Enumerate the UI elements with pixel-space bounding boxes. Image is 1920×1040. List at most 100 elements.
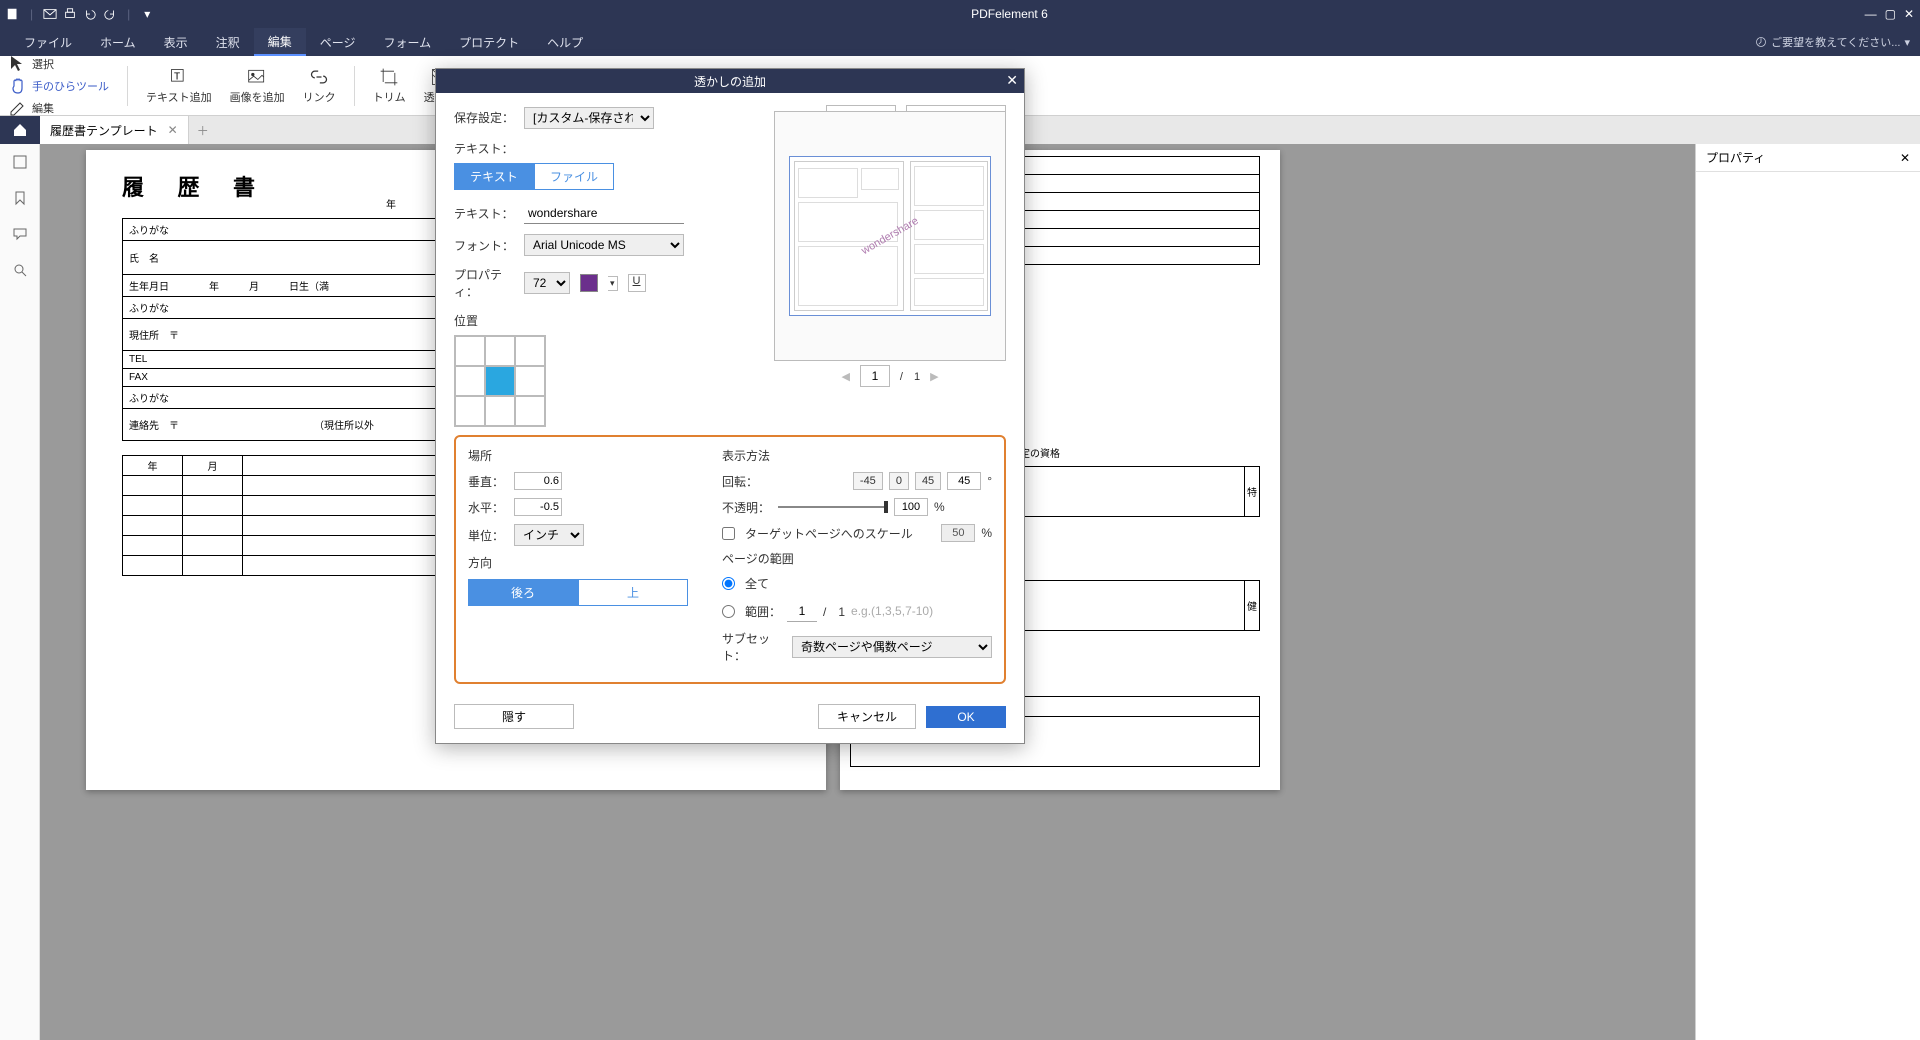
- watermark-text-input[interactable]: [524, 202, 684, 224]
- rot-neg45-button[interactable]: -45: [853, 472, 883, 490]
- page-current-input[interactable]: [860, 365, 890, 387]
- menu-protect[interactable]: プロテクト: [445, 28, 533, 56]
- menu-edit[interactable]: 編集: [254, 28, 306, 56]
- location-section: 場所: [468, 447, 702, 464]
- feedback-link[interactable]: ご要望を教えてください... ▾: [1755, 34, 1910, 50]
- document-tab[interactable]: 履歴書テンプレート ✕: [40, 116, 189, 144]
- svg-text:T: T: [174, 71, 180, 82]
- next-page-icon[interactable]: ▶: [930, 370, 938, 383]
- range-example: e.g.(1,3,5,7-10): [851, 604, 933, 618]
- ribbon-select[interactable]: 選択: [8, 54, 54, 74]
- ribbon-text-add[interactable]: T テキスト追加: [146, 67, 212, 105]
- sidebar-left: [0, 144, 40, 1040]
- page-total: / 1: [900, 368, 920, 384]
- rotation-input[interactable]: [947, 472, 981, 490]
- print-icon[interactable]: [63, 7, 77, 21]
- tab-label: 履歴書テンプレート: [50, 122, 158, 139]
- minimize-icon[interactable]: —: [1865, 7, 1877, 21]
- undo-icon[interactable]: [83, 7, 97, 21]
- comments-icon[interactable]: [12, 226, 28, 242]
- display-section: 表示方法: [722, 447, 992, 464]
- menu-form[interactable]: フォーム: [369, 28, 445, 56]
- home-tab[interactable]: [0, 116, 40, 144]
- range-range-radio[interactable]: [722, 605, 735, 618]
- range-section: ページの範囲: [722, 550, 992, 567]
- unit-select[interactable]: インチ: [514, 524, 584, 546]
- redo-icon[interactable]: [103, 7, 117, 21]
- preview-page-nav: ◀ / 1 ▶: [774, 365, 1006, 387]
- app-title: PDFelement 6: [154, 7, 1864, 21]
- ribbon-link[interactable]: リンク: [303, 67, 336, 105]
- dialog-close-icon[interactable]: ✕: [1006, 72, 1018, 89]
- subset-label: サブセット：: [722, 630, 786, 664]
- dropdown-icon[interactable]: ▾: [608, 276, 618, 291]
- ribbon-edit[interactable]: 編集: [8, 98, 54, 118]
- menu-file[interactable]: ファイル: [10, 28, 86, 56]
- direction-back[interactable]: 後ろ: [468, 579, 578, 606]
- window-controls: — ▢ ✕: [1865, 7, 1914, 21]
- thumbnails-icon[interactable]: [12, 154, 28, 170]
- dialog-footer: 隠す キャンセル OK: [436, 696, 1024, 743]
- direction-section: 方向: [468, 554, 702, 571]
- properties-title: プロパティ: [1706, 149, 1765, 166]
- position-grid[interactable]: [454, 335, 546, 427]
- prev-page-icon[interactable]: ◀: [841, 370, 849, 383]
- opacity-slider[interactable]: [778, 506, 888, 508]
- hide-button[interactable]: 隠す: [454, 704, 574, 729]
- range-sep: / 1: [823, 603, 845, 620]
- mail-icon[interactable]: [43, 7, 57, 21]
- opacity-label: 不透明：: [722, 499, 772, 516]
- ribbon-select-group: 選択 手のひらツール 編集: [8, 54, 109, 118]
- property-label: プロパティ：: [454, 266, 514, 300]
- search-icon[interactable]: [12, 262, 28, 278]
- range-range-label: 範囲：: [745, 603, 781, 620]
- save-setting-label: 保存設定：: [454, 109, 514, 126]
- panel-close-icon[interactable]: ✕: [1900, 151, 1910, 165]
- rotation-label: 回転：: [722, 473, 762, 490]
- ribbon-image-add[interactable]: 画像を追加: [230, 67, 285, 105]
- direction-front[interactable]: 上: [578, 579, 688, 606]
- titlebar: | | ▾ PDFelement 6 — ▢ ✕: [0, 0, 1920, 28]
- degree-label: °: [987, 474, 992, 488]
- feedback-text: ご要望を教えてください...: [1771, 34, 1900, 50]
- tab-text[interactable]: テキスト: [454, 163, 534, 190]
- menu-home[interactable]: ホーム: [86, 28, 150, 56]
- tab-add[interactable]: ＋: [189, 122, 217, 139]
- menu-comment[interactable]: 注釈: [202, 28, 254, 56]
- range-all-radio[interactable]: [722, 577, 735, 590]
- dropdown-icon[interactable]: ▾: [140, 7, 154, 21]
- font-size-select[interactable]: 72: [524, 272, 570, 294]
- range-from-input[interactable]: [787, 600, 817, 622]
- horizontal-input[interactable]: [514, 498, 562, 516]
- ribbon-trim[interactable]: トリム: [373, 67, 406, 105]
- font-select[interactable]: Arial Unicode MS: [524, 234, 684, 256]
- save-preset-select[interactable]: [カスタム-保存されて: [524, 107, 654, 129]
- opacity-input[interactable]: [894, 498, 928, 516]
- font-label: フォント：: [454, 237, 514, 254]
- cancel-button[interactable]: キャンセル: [818, 704, 916, 729]
- tab-close-icon[interactable]: ✕: [168, 123, 178, 137]
- subset-select[interactable]: 奇数ページや偶数ページ: [792, 636, 992, 658]
- ribbon-hand[interactable]: 手のひらツール: [8, 76, 109, 96]
- dialog-titlebar: 透かしの追加 ✕: [436, 69, 1024, 93]
- tab-file[interactable]: ファイル: [534, 163, 614, 190]
- rot-0-button[interactable]: 0: [889, 472, 909, 490]
- vertical-label: 垂直：: [468, 473, 508, 490]
- close-icon[interactable]: ✕: [1904, 7, 1914, 21]
- horizontal-label: 水平：: [468, 499, 508, 516]
- bookmarks-icon[interactable]: [12, 190, 28, 206]
- color-picker[interactable]: [580, 274, 598, 292]
- menu-help[interactable]: ヘルプ: [533, 28, 597, 56]
- percent-label-2: %: [981, 526, 992, 540]
- ok-button[interactable]: OK: [926, 706, 1006, 728]
- vertical-input[interactable]: [514, 472, 562, 490]
- menu-view[interactable]: 表示: [150, 28, 202, 56]
- scale-checkbox[interactable]: [722, 527, 735, 540]
- menu-page[interactable]: ページ: [306, 28, 370, 56]
- underline-button[interactable]: U: [628, 274, 646, 292]
- range-all-label: 全て: [745, 575, 769, 592]
- properties-panel: プロパティ ✕: [1695, 144, 1920, 1040]
- maximize-icon[interactable]: ▢: [1885, 7, 1896, 21]
- quick-access: | | ▾: [6, 7, 154, 21]
- rot-45-button[interactable]: 45: [915, 472, 941, 490]
